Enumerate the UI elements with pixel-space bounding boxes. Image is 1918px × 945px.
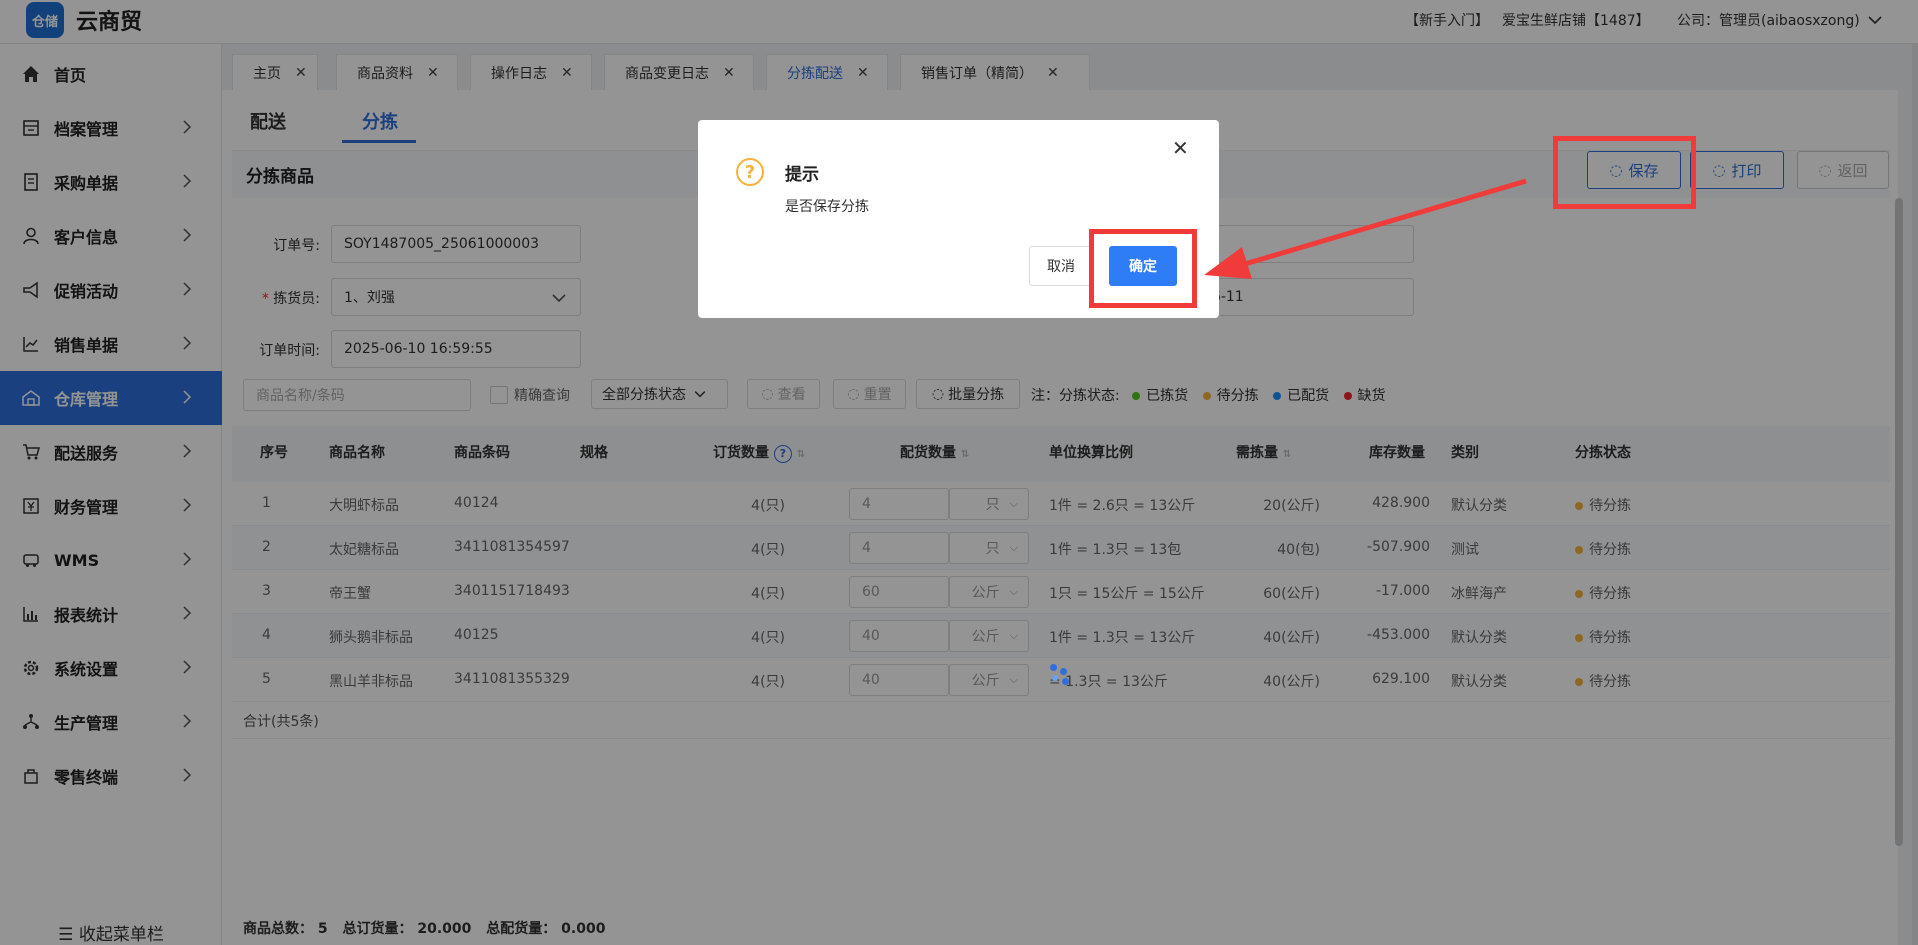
dialog-message: 是否保存分拣 [785,199,869,215]
annotation-highlight-confirm [1089,229,1197,308]
annotation-highlight-save [1553,136,1696,209]
cancel-button[interactable]: 取消 [1029,246,1093,286]
annotation-arrow-icon [1204,178,1527,279]
question-icon: ? [736,158,764,186]
dialog-title: 提示 [785,165,819,185]
close-icon[interactable]: ✕ [1172,136,1189,160]
loading-spinner-icon [1048,662,1072,686]
